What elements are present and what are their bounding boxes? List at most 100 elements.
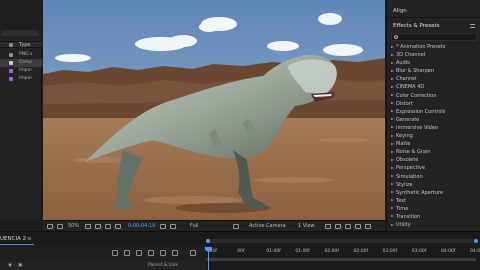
- label-color-swatch[interactable]: [9, 69, 13, 73]
- project-item-row[interactable]: Comp: [0, 59, 42, 67]
- effect-category-item[interactable]: Text: [387, 197, 480, 205]
- disclosure-triangle-icon[interactable]: [391, 126, 394, 129]
- toggle-pixel-aspect-icon[interactable]: [325, 224, 331, 229]
- project-search-input[interactable]: [1, 30, 39, 36]
- frame-blending-icon[interactable]: [148, 250, 154, 256]
- timeline-link-icon[interactable]: [345, 224, 351, 229]
- effect-category-item[interactable]: 3D Channel: [387, 51, 480, 59]
- disclosure-triangle-icon[interactable]: [391, 215, 394, 218]
- disclosure-triangle-icon[interactable]: [391, 102, 394, 105]
- effect-category-item[interactable]: Keying: [387, 132, 480, 140]
- effect-category-item[interactable]: Time: [387, 205, 480, 213]
- zoom-select[interactable]: 50%: [68, 223, 79, 230]
- effect-category-item[interactable]: Noise & Grain: [387, 148, 480, 156]
- effect-category-item[interactable]: Channel: [387, 75, 480, 83]
- align-panel-title[interactable]: Align: [387, 6, 480, 16]
- disclosure-triangle-icon[interactable]: [391, 150, 394, 153]
- effect-category-item[interactable]: Color Correction: [387, 92, 480, 100]
- effect-category-item[interactable]: Synthetic Aperture: [387, 189, 480, 197]
- navigator-start-handle[interactable]: [206, 239, 210, 243]
- effect-category-label: Obsolete: [396, 157, 419, 164]
- exposure-icon[interactable]: [365, 224, 371, 229]
- effect-category-item[interactable]: CINEMA 4D: [387, 83, 480, 91]
- disclosure-triangle-icon[interactable]: [391, 85, 394, 88]
- effects-search-input[interactable]: [391, 33, 477, 41]
- disclosure-triangle-icon[interactable]: [391, 69, 394, 72]
- motion-blur-icon[interactable]: [160, 250, 166, 256]
- snapshot-icon[interactable]: [160, 224, 166, 229]
- disclosure-triangle-icon[interactable]: [391, 134, 394, 137]
- shy-layers-icon[interactable]: [136, 250, 142, 256]
- render-queue-icon[interactable]: [190, 250, 196, 256]
- region-of-interest-icon[interactable]: [105, 224, 111, 229]
- fast-previews-icon[interactable]: [233, 224, 239, 229]
- work-area-bar[interactable]: [206, 258, 476, 261]
- effect-category-item[interactable]: Perspective: [387, 164, 480, 172]
- disclosure-triangle-icon[interactable]: [391, 94, 394, 97]
- transparency-grid-icon[interactable]: [115, 224, 121, 229]
- disclosure-triangle-icon[interactable]: [391, 166, 394, 169]
- disclosure-triangle-icon[interactable]: [391, 158, 394, 161]
- effect-category-item[interactable]: Stylize: [387, 181, 480, 189]
- effect-category-item[interactable]: Immersive Video: [387, 124, 480, 132]
- label-color-swatch[interactable]: [9, 61, 13, 65]
- graph-editor-icon[interactable]: [172, 250, 178, 256]
- navigator-end-handle[interactable]: [474, 239, 478, 243]
- current-time-display[interactable]: 0:00:04:19: [128, 223, 155, 230]
- label-color-swatch[interactable]: [9, 77, 13, 81]
- camera-view-select[interactable]: Active Camera: [249, 223, 286, 230]
- av-features-icon[interactable]: ◉: [8, 261, 12, 270]
- project-item-row[interactable]: PNG s: [0, 51, 42, 59]
- label-color-swatch[interactable]: [9, 53, 13, 57]
- effect-category-label: 3D Channel: [396, 52, 426, 59]
- project-column-header[interactable]: Type: [0, 41, 42, 48]
- effect-category-item[interactable]: Transition: [387, 213, 480, 221]
- disclosure-triangle-icon[interactable]: [391, 77, 394, 80]
- disclosure-triangle-icon[interactable]: [391, 207, 394, 210]
- comp-mini-flowchart-icon[interactable]: [112, 250, 118, 256]
- lock-icon[interactable]: ▣: [18, 261, 22, 270]
- flowchart-icon[interactable]: [355, 224, 361, 229]
- show-channel-icon[interactable]: [170, 224, 176, 229]
- disclosure-triangle-icon[interactable]: [391, 142, 394, 145]
- disclosure-triangle-icon[interactable]: [391, 183, 394, 186]
- effect-category-label: CINEMA 4D: [396, 84, 425, 91]
- effect-category-item[interactable]: * Animation Presets: [387, 43, 480, 51]
- disclosure-triangle-icon[interactable]: [391, 45, 394, 48]
- effect-category-item[interactable]: Obsolete: [387, 156, 480, 164]
- panel-menu-icon[interactable]: [470, 24, 475, 28]
- preview-toggle-icon[interactable]: [47, 224, 53, 229]
- color-channel-icon[interactable]: [95, 224, 101, 229]
- disclosure-triangle-icon[interactable]: [391, 118, 394, 121]
- composition-viewer[interactable]: [43, 0, 385, 220]
- effect-category-item[interactable]: Utility: [387, 221, 480, 229]
- effect-category-item[interactable]: Blur & Sharpen: [387, 67, 480, 75]
- fast-preview-icon[interactable]: [335, 224, 341, 229]
- effect-category-item[interactable]: Expression Controls: [387, 108, 480, 116]
- disclosure-triangle-icon[interactable]: [391, 191, 394, 194]
- project-item-row[interactable]: Impor: [0, 75, 42, 83]
- effect-category-item[interactable]: Simulation: [387, 173, 480, 181]
- disclosure-triangle-icon[interactable]: [391, 53, 394, 56]
- tab-menu-icon[interactable]: ≡: [27, 235, 32, 243]
- effects-panel-title[interactable]: Effects & Presets: [387, 21, 480, 31]
- type-column-label[interactable]: Type: [19, 42, 30, 48]
- grid-icon[interactable]: [85, 224, 91, 229]
- disclosure-triangle-icon[interactable]: [391, 61, 394, 64]
- effect-category-item[interactable]: Generate: [387, 116, 480, 124]
- disclosure-triangle-icon[interactable]: [391, 175, 394, 177]
- disclosure-triangle-icon[interactable]: [391, 223, 394, 226]
- effect-category-item[interactable]: Distort: [387, 100, 480, 108]
- disclosure-triangle-icon[interactable]: [391, 110, 394, 113]
- effect-category-item[interactable]: Audio: [387, 59, 480, 67]
- disclosure-triangle-icon[interactable]: [391, 199, 394, 202]
- parent-link-column[interactable]: Parent & Link: [148, 261, 178, 270]
- effect-category-item[interactable]: Matte: [387, 140, 480, 148]
- time-navigator[interactable]: [206, 239, 478, 243]
- project-item-row[interactable]: Impor: [0, 67, 42, 75]
- resolution-select[interactable]: Full: [190, 223, 199, 230]
- mask-visibility-icon[interactable]: [57, 224, 63, 229]
- draft-3d-icon[interactable]: [124, 250, 130, 256]
- composition-tab[interactable]: UENCIA 2: [0, 235, 26, 243]
- view-layout-select[interactable]: 1 View: [298, 223, 315, 230]
